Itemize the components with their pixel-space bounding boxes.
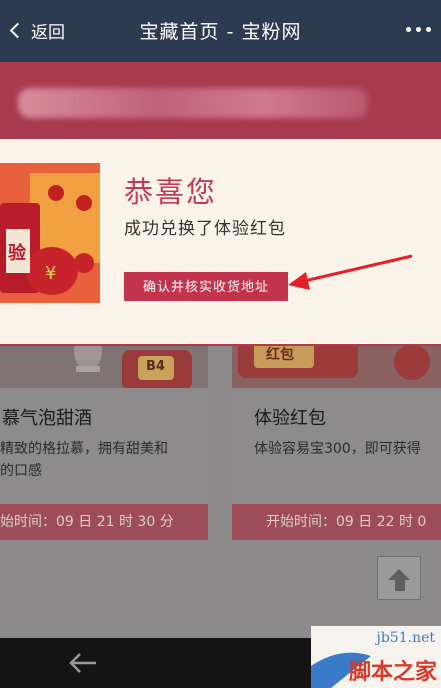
- modal-subtitle: 成功兑换了体验红包: [124, 219, 286, 239]
- start-time: 开始时间：09 日 22 时 0: [232, 504, 441, 540]
- success-modal: ¥ 验 恭喜您 成功兑换了体验红包 确认并核实收货地址: [0, 139, 441, 344]
- watermark-url: jb51.net: [376, 630, 436, 646]
- watermark-name: 脚本之家: [348, 660, 437, 685]
- system-back-icon[interactable]: [68, 652, 98, 674]
- more-dot-icon: [426, 27, 431, 32]
- modal-title: 恭喜您: [124, 175, 218, 209]
- site-watermark: jb51.net 脚本之家: [311, 626, 441, 688]
- product-card[interactable]: 红包 体验红包 体验容易宝300，即可获得 开始时间：09 日 22 时 0: [232, 332, 441, 540]
- start-time: 始时间：09 日 21 时 30 分: [0, 504, 208, 540]
- product-desc-line: 精致的格拉慕，拥有甜美和: [0, 441, 168, 457]
- product-card[interactable]: B4 慕气泡甜酒 精致的格拉慕，拥有甜美和 的口感 始时间：09 日 21 时 …: [0, 332, 208, 540]
- product-description: 精致的格拉慕，拥有甜美和 的口感: [0, 438, 168, 482]
- product-badge: 红包: [266, 347, 294, 363]
- product-description: 体验容易宝300，即可获得: [254, 438, 421, 460]
- gift-image-label: 验: [8, 243, 26, 264]
- product-title: 慕气泡甜酒: [2, 408, 92, 429]
- more-menu-button[interactable]: [406, 27, 431, 32]
- top-nav-bar: 返回 宝藏首页 - 宝粉网: [0, 0, 441, 62]
- blurred-username: [18, 88, 368, 118]
- product-desc-line: 体验容易宝300，即可获得: [254, 441, 421, 457]
- header-banner: [0, 62, 441, 140]
- more-dot-icon: [406, 27, 411, 32]
- arrow-up-icon: [388, 568, 410, 580]
- arrow-up-stem: [395, 579, 405, 591]
- page-title: 宝藏首页 - 宝粉网: [139, 21, 302, 43]
- modal-divider: [0, 344, 441, 346]
- annotation-arrow-icon: [288, 254, 413, 290]
- product-badge: B4: [146, 359, 165, 374]
- confirm-address-button[interactable]: 确认并核实收货地址: [124, 272, 288, 301]
- red-envelope-art: ¥: [0, 163, 100, 303]
- back-to-top-button[interactable]: [377, 556, 421, 600]
- svg-text:¥: ¥: [45, 263, 56, 284]
- product-title: 体验红包: [254, 408, 326, 429]
- gift-image: ¥ 验: [0, 163, 100, 303]
- product-desc-line: 的口感: [0, 463, 42, 479]
- more-dot-icon: [416, 27, 421, 32]
